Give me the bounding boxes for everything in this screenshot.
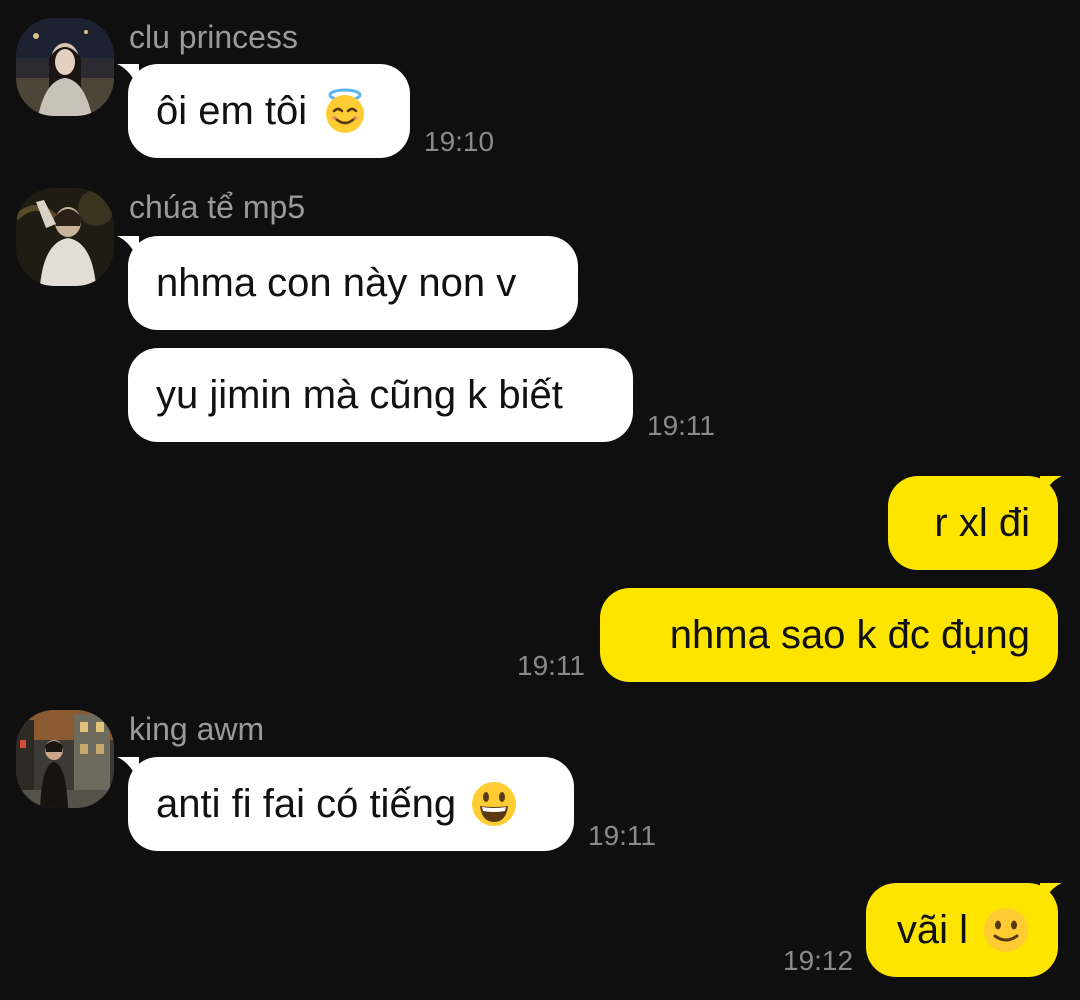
avatar-photo [16, 188, 114, 286]
message-text: nhma con này non v [156, 261, 517, 305]
sender-name: chúa tể mp5 [129, 189, 306, 225]
message-bubble[interactable]: ôi em tôi [128, 64, 410, 158]
message-bubble[interactable]: vãi l [866, 883, 1058, 977]
message-text: anti fi fai có tiếng [156, 782, 457, 826]
timestamp: 19:12 [783, 945, 854, 976]
message-text: ôi em tôi [156, 89, 308, 133]
message-bubble[interactable]: nhma sao k đc đụng [600, 588, 1058, 682]
timestamp: 19:11 [517, 650, 585, 681]
timestamp: 19:10 [424, 126, 495, 157]
timestamp: 19:11 [588, 820, 656, 851]
message-text: yu jimin mà cũng k biết [156, 373, 563, 417]
sender-name: king awm [129, 711, 265, 747]
smiling-halo-emoji [321, 87, 369, 135]
grinning-face-emoji [470, 780, 518, 828]
avatar-clu-princess[interactable] [16, 18, 114, 116]
message-text: r xl đi [934, 501, 1030, 545]
message-bubble[interactable]: yu jimin mà cũng k biết [128, 348, 633, 442]
sender-name: clu princess [129, 19, 298, 55]
avatar-photo [16, 710, 114, 808]
message-bubble[interactable]: r xl đi [888, 476, 1058, 570]
message-bubble[interactable]: anti fi fai có tiếng [128, 757, 574, 851]
avatar-photo [16, 18, 114, 116]
message-text: vãi l [896, 908, 968, 952]
message-bubble[interactable]: nhma con này non v [128, 236, 578, 330]
avatar-chua-te-mp5[interactable] [16, 188, 114, 286]
avatar-king-awm[interactable] [16, 710, 114, 808]
timestamp: 19:11 [647, 410, 715, 441]
slightly-smiling-face-emoji [982, 906, 1030, 954]
message-text: nhma sao k đc đụng [669, 613, 1030, 657]
